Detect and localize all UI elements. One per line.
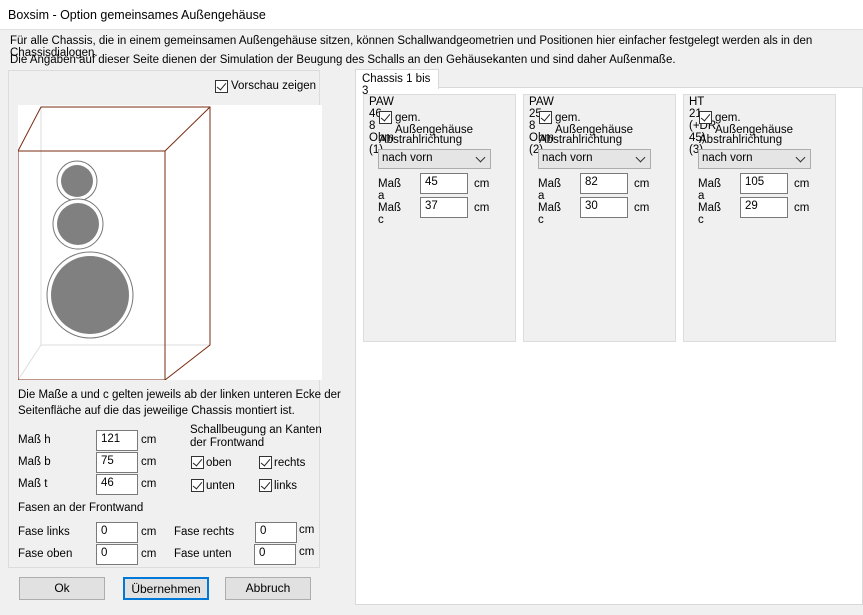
c-input[interactable]: 30 [580,197,628,218]
a-unit: cm [634,178,650,190]
a-input[interactable]: 105 [740,173,788,194]
apply-button[interactable]: Übernehmen [123,577,209,600]
ok-button[interactable]: Ok [19,577,105,600]
diffraction-title-1: Schallbeugung an Kanten [190,424,322,436]
bevel-left-unit: cm [141,526,157,538]
direction-select[interactable]: nach vorn [538,149,651,169]
chassis-title: PAW 46 - 8 Ohm (1) [369,96,394,156]
dim-b-unit: cm [141,456,157,468]
direction-label: Abstrahlrichtung [379,134,463,146]
window-title: Boxsim - Option gemeinsames Außengehäuse [0,0,863,30]
dim-h-input[interactable]: 121 [96,430,138,451]
a-label: Maß a [538,178,561,202]
bevel-left-label: Fase links [18,526,70,538]
direction-label: Abstrahlrichtung [699,134,783,146]
edge-right-label: rechts [274,457,306,469]
shared-enclosure-label: gem. Außengehäuse [395,112,474,136]
note-line-1: Die Maße a und c gelten jeweils ab der l… [18,389,341,401]
intro-line-2: Die Angaben auf dieser Seite dienen der … [10,54,676,66]
dim-t-input[interactable]: 46 [96,474,138,495]
bevel-right-input[interactable]: 0 [255,522,297,543]
bevel-top-label: Fase oben [18,548,73,560]
bevel-bottom-input[interactable]: 0 [254,544,296,565]
bevel-title: Fasen an der Frontwand [18,502,144,514]
shared-enclosure-label: gem. Außengehäuse [715,112,794,136]
shared-enclosure-checkbox[interactable] [539,111,552,124]
speaker-preview [18,105,322,380]
edge-top-checkbox[interactable] [191,456,204,469]
a-unit: cm [474,178,490,190]
shared-enclosure-checkbox[interactable] [379,111,392,124]
bevel-right-label: Fase rechts [174,526,235,538]
a-input[interactable]: 82 [580,173,628,194]
dim-t-unit: cm [141,478,157,490]
preview-label: Vorschau zeigen [231,80,317,92]
direction-label: Abstrahlrichtung [539,134,623,146]
tab-chassis[interactable]: Chassis 1 bis 3 [355,69,439,97]
edge-bottom-checkbox[interactable] [191,479,204,492]
midrange-icon [57,203,99,245]
woofer-icon [51,256,129,334]
c-input[interactable]: 37 [420,197,468,218]
c-input[interactable]: 29 [740,197,788,218]
a-input[interactable]: 45 [420,173,468,194]
diffraction-title-2: der Frontwand [190,437,265,449]
edge-bottom-label: unten [206,480,235,492]
tweeter-icon [61,165,93,197]
dim-h-label: Maß h [18,434,51,446]
direction-select[interactable]: nach vorn [698,149,811,169]
bevel-bottom-label: Fase unten [174,548,232,560]
preview-checkbox[interactable] [215,80,228,93]
a-label: Maß a [698,178,721,202]
edge-top-label: oben [206,457,232,469]
bevel-bottom-unit: cm [299,546,315,558]
c-unit: cm [474,202,490,214]
note-line-2: Seitenfläche auf die das jeweilige Chass… [18,405,295,417]
dim-t-label: Maß t [18,478,48,490]
chassis-title: HT 21 (+DR 45) (3) [689,96,717,156]
c-label: Maß c [538,202,561,226]
bevel-top-unit: cm [141,548,157,560]
cancel-button[interactable]: Abbruch [225,577,311,600]
edge-right-checkbox[interactable] [259,456,272,469]
chassis-title: PAW 25 - 8 Ohm (2) [529,96,554,156]
a-unit: cm [794,178,810,190]
edge-left-checkbox[interactable] [259,479,272,492]
c-unit: cm [634,202,650,214]
bevel-left-input[interactable]: 0 [96,522,138,543]
dim-h-unit: cm [141,434,157,446]
bevel-top-input[interactable]: 0 [96,544,138,565]
shared-enclosure-label: gem. Außengehäuse [555,112,634,136]
c-label: Maß c [378,202,401,226]
c-label: Maß c [698,202,721,226]
bevel-right-unit: cm [299,524,315,536]
direction-select[interactable]: nach vorn [378,149,491,169]
shared-enclosure-checkbox[interactable] [699,111,712,124]
dim-b-input[interactable]: 75 [96,452,138,473]
dim-b-label: Maß b [18,456,51,468]
edge-left-label: links [274,480,298,492]
c-unit: cm [794,202,810,214]
a-label: Maß a [378,178,401,202]
